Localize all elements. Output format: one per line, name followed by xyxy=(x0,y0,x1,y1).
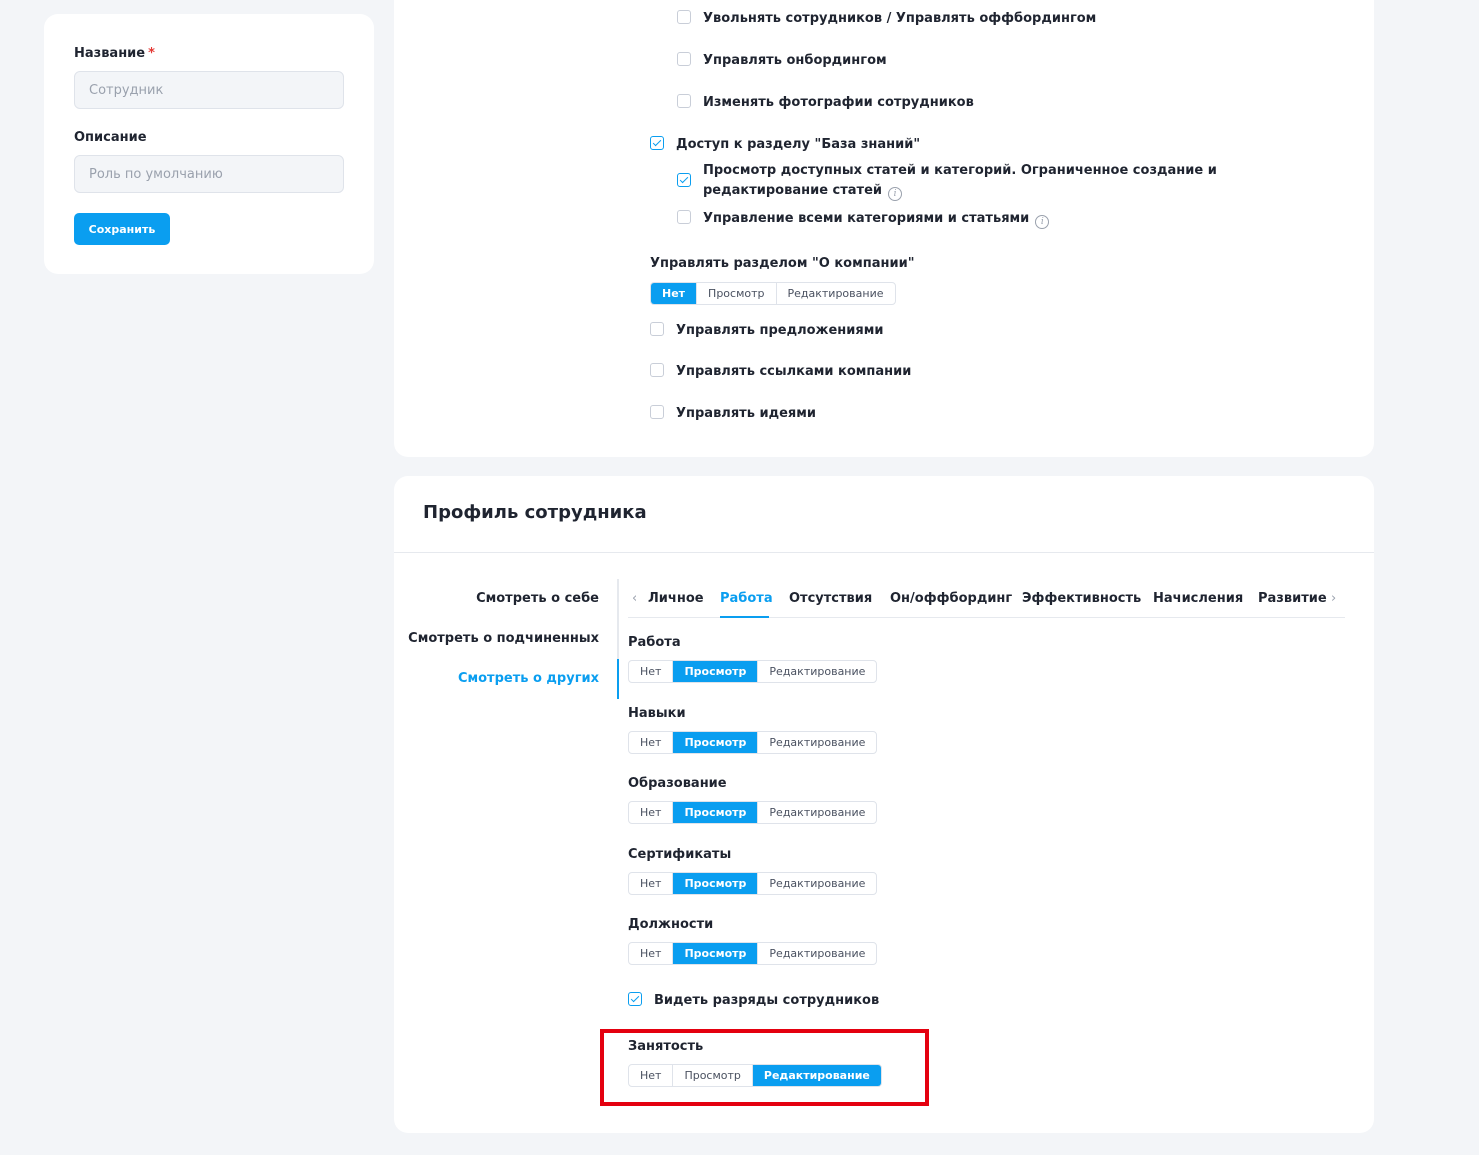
segment-option[interactable]: Просмотр xyxy=(673,732,759,753)
about-company-segmented[interactable]: Нет Просмотр Редактирование xyxy=(650,282,896,305)
required-marker: * xyxy=(148,46,155,61)
segment-option[interactable]: Просмотр xyxy=(673,943,759,964)
checkbox-checked[interactable] xyxy=(677,173,691,187)
permission-row[interactable]: Просмотр доступных статей и категорий. О… xyxy=(677,161,1317,201)
permission-label: Управлять онбордингом xyxy=(703,53,887,68)
tab-absences[interactable]: Отсутствия xyxy=(789,591,872,606)
permission-row[interactable]: Доступ к разделу "База знаний" xyxy=(650,135,920,155)
save-button[interactable]: Сохранить xyxy=(74,213,170,245)
segment-option[interactable]: Просмотр xyxy=(673,873,759,894)
segment-option[interactable]: Нет xyxy=(629,732,674,753)
segment-option[interactable]: Редактирование xyxy=(758,873,876,894)
segment-option[interactable]: Редактирование xyxy=(758,802,876,823)
checkbox[interactable] xyxy=(677,94,691,108)
description-label: Описание xyxy=(74,130,147,145)
chevron-right-icon[interactable]: › xyxy=(1331,591,1336,606)
checkbox[interactable] xyxy=(650,363,664,377)
access-segmented[interactable]: Нет Просмотр Редактирование xyxy=(628,872,878,895)
tab-accruals[interactable]: Начисления xyxy=(1153,591,1243,606)
access-segmented[interactable]: Нет Просмотр Редактирование xyxy=(628,942,878,965)
segment-option[interactable]: Нет xyxy=(629,802,674,823)
checkbox[interactable] xyxy=(677,10,691,24)
access-segmented[interactable]: Нет Просмотр Редактирование xyxy=(628,801,878,824)
about-company-label: Управлять разделом "О компании" xyxy=(650,256,915,271)
segment-option[interactable]: Редактирование xyxy=(758,661,876,682)
side-nav-others[interactable]: Смотреть о других xyxy=(458,671,599,686)
permission-label: Доступ к разделу "База знаний" xyxy=(676,137,921,152)
permission-row[interactable]: Управлять предложениями xyxy=(650,321,883,341)
description-input[interactable] xyxy=(74,155,344,193)
permission-label: Просмотр доступных статей и категорий. О… xyxy=(703,163,1217,201)
permission-label: Изменять фотографии сотрудников xyxy=(703,95,974,110)
permission-label: Управлять идеями xyxy=(676,406,816,421)
section-label: Образование xyxy=(628,776,727,791)
permission-row[interactable]: Изменять фотографии сотрудников xyxy=(677,93,974,113)
checkbox-checked[interactable] xyxy=(628,992,642,1006)
permission-row[interactable]: Управлять идеями xyxy=(650,404,816,424)
segment-option[interactable]: Просмотр xyxy=(697,283,777,304)
checkbox-checked[interactable] xyxy=(650,136,664,150)
segment-option[interactable]: Просмотр xyxy=(673,802,759,823)
permission-row[interactable]: Управлять ссылками компании xyxy=(650,362,911,382)
chevron-left-icon[interactable]: ‹ xyxy=(632,591,637,606)
permissions-card: Увольнять сотрудников / Управлять оффбор… xyxy=(394,0,1374,457)
checkbox[interactable] xyxy=(650,322,664,336)
access-segmented[interactable]: Нет Просмотр Редактирование xyxy=(628,731,878,754)
section-label: Сертификаты xyxy=(628,847,732,862)
permission-label: Увольнять сотрудников / Управлять оффбор… xyxy=(703,11,1097,26)
tab-personal[interactable]: Личное xyxy=(648,591,704,606)
tab-work[interactable]: Работа xyxy=(720,591,773,606)
tab-development[interactable]: Развитие xyxy=(1258,591,1327,606)
segment-option[interactable]: Редактирование xyxy=(777,283,895,304)
tab-performance[interactable]: Эффективность xyxy=(1022,591,1141,606)
tab-onoffboarding[interactable]: Он/оффбординг xyxy=(890,591,1012,606)
permission-label: Управлять предложениями xyxy=(676,323,884,338)
segment-option[interactable]: Нет xyxy=(629,943,674,964)
segment-option[interactable]: Редактирование xyxy=(758,732,876,753)
permission-label: Управление всеми категориями и статьями i xyxy=(703,209,1050,229)
section-label: Навыки xyxy=(628,706,686,721)
segment-option[interactable]: Редактирование xyxy=(758,943,876,964)
name-label: Название * xyxy=(74,46,155,61)
permission-row[interactable]: Управлять онбордингом xyxy=(677,51,887,71)
side-nav-subordinates[interactable]: Смотреть о подчиненных xyxy=(408,631,599,646)
card-title: Профиль сотрудника xyxy=(423,502,647,523)
checkbox[interactable] xyxy=(650,405,664,419)
profile-tabs: ‹ Личное Работа Отсутствия Он/оффбординг… xyxy=(628,578,1345,618)
side-nav-active-indicator xyxy=(617,659,619,699)
name-input[interactable] xyxy=(74,71,344,109)
info-icon[interactable]: i xyxy=(888,187,903,201)
section-label: Должности xyxy=(628,917,714,932)
role-form-card: Название* Описание Сохранить xyxy=(44,14,374,274)
access-segmented[interactable]: Нет Просмотр Редактирование xyxy=(628,660,878,683)
checkbox[interactable] xyxy=(677,52,691,66)
permission-label: Управлять ссылками компании xyxy=(676,364,912,379)
permission-row[interactable]: Управление всеми категориями и статьями i xyxy=(677,209,1050,229)
grades-checkbox-row[interactable]: Видеть разряды сотрудников xyxy=(628,991,879,1011)
segment-option[interactable]: Нет xyxy=(629,873,674,894)
divider xyxy=(394,552,1374,553)
info-icon[interactable]: i xyxy=(1035,215,1050,229)
tab-active-underline xyxy=(720,616,769,618)
segment-option[interactable]: Просмотр xyxy=(673,661,759,682)
checkbox-label: Видеть разряды сотрудников xyxy=(654,993,880,1008)
permission-row[interactable]: Увольнять сотрудников / Управлять оффбор… xyxy=(677,9,1096,29)
segment-option[interactable]: Нет xyxy=(651,283,698,304)
segment-option[interactable]: Нет xyxy=(629,661,674,682)
highlight-annotation xyxy=(600,1029,929,1106)
side-nav-self[interactable]: Смотреть о себе xyxy=(476,591,599,606)
section-label: Работа xyxy=(628,635,681,650)
checkbox[interactable] xyxy=(677,210,691,224)
